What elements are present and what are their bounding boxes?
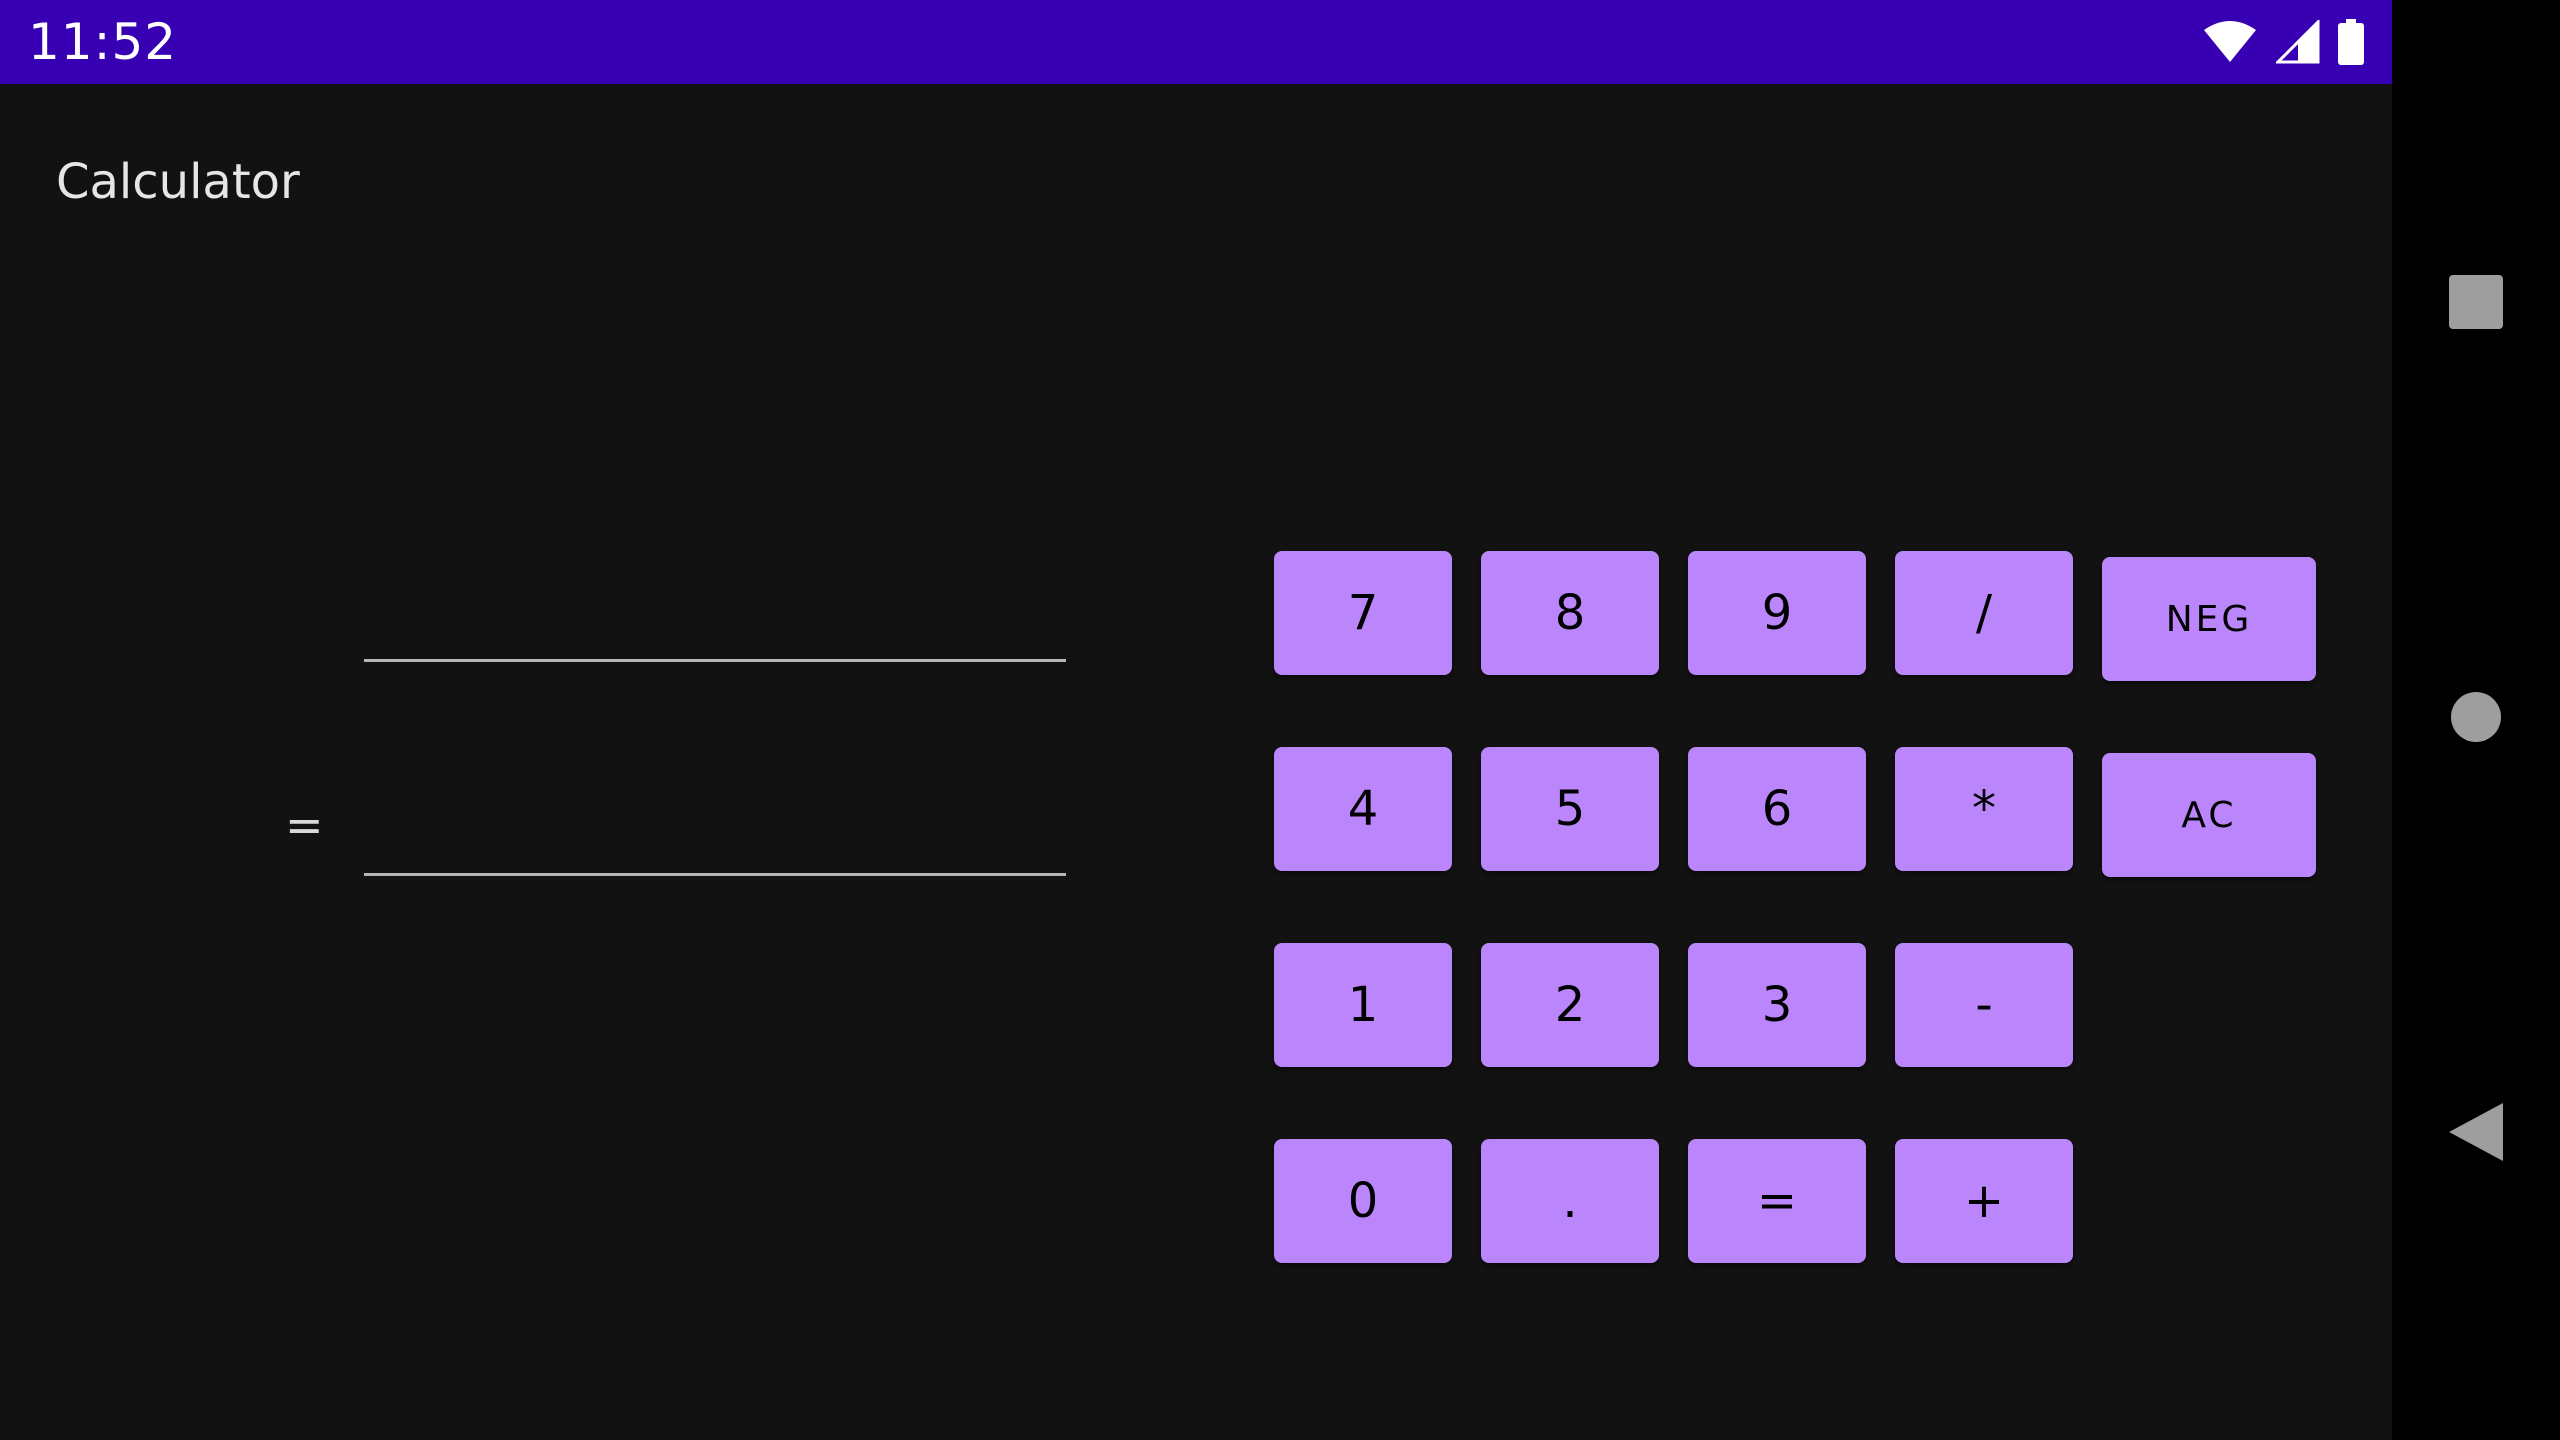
- key-equals[interactable]: =: [1688, 1139, 1866, 1263]
- equals-label: =: [285, 798, 324, 852]
- key-2[interactable]: 2: [1481, 943, 1659, 1067]
- key-divide[interactable]: /: [1895, 551, 2073, 675]
- key-decimal[interactable]: .: [1481, 1139, 1659, 1263]
- key-7[interactable]: 7: [1274, 551, 1452, 675]
- key-4[interactable]: 4: [1274, 747, 1452, 871]
- key-neg[interactable]: NEG: [2102, 557, 2316, 681]
- key-3[interactable]: 3: [1688, 943, 1866, 1067]
- battery-icon: [2338, 19, 2364, 65]
- key-clear[interactable]: AC: [2102, 753, 2316, 877]
- wifi-icon: [2202, 20, 2258, 64]
- recents-button[interactable]: [2392, 244, 2560, 364]
- back-icon: [2449, 1102, 2503, 1166]
- key-9[interactable]: 9: [1688, 551, 1866, 675]
- result-field[interactable]: [364, 817, 1066, 876]
- status-bar: 11:52: [0, 0, 2392, 84]
- home-button[interactable]: [2392, 659, 2560, 779]
- key-5[interactable]: 5: [1481, 747, 1659, 871]
- home-icon: [2451, 691, 2501, 747]
- back-button[interactable]: [2392, 1074, 2560, 1194]
- expression-field[interactable]: [364, 603, 1066, 662]
- key-multiply[interactable]: *: [1895, 747, 2073, 871]
- key-8[interactable]: 8: [1481, 551, 1659, 675]
- key-subtract[interactable]: -: [1895, 943, 2073, 1067]
- key-add[interactable]: +: [1895, 1139, 2073, 1263]
- key-1[interactable]: 1: [1274, 943, 1452, 1067]
- cell-signal-icon: [2276, 20, 2320, 64]
- navigation-bar: [2392, 0, 2560, 1440]
- key-6[interactable]: 6: [1688, 747, 1866, 871]
- status-icons: [2202, 18, 2364, 66]
- status-time: 11:52: [28, 13, 178, 71]
- recents-icon: [2449, 274, 2503, 334]
- app-title: Calculator: [56, 154, 300, 210]
- app-screen: 11:52 Calculator = 7 8 9 / NEG 4 5 6 * A…: [0, 0, 2392, 1440]
- key-0[interactable]: 0: [1274, 1139, 1452, 1263]
